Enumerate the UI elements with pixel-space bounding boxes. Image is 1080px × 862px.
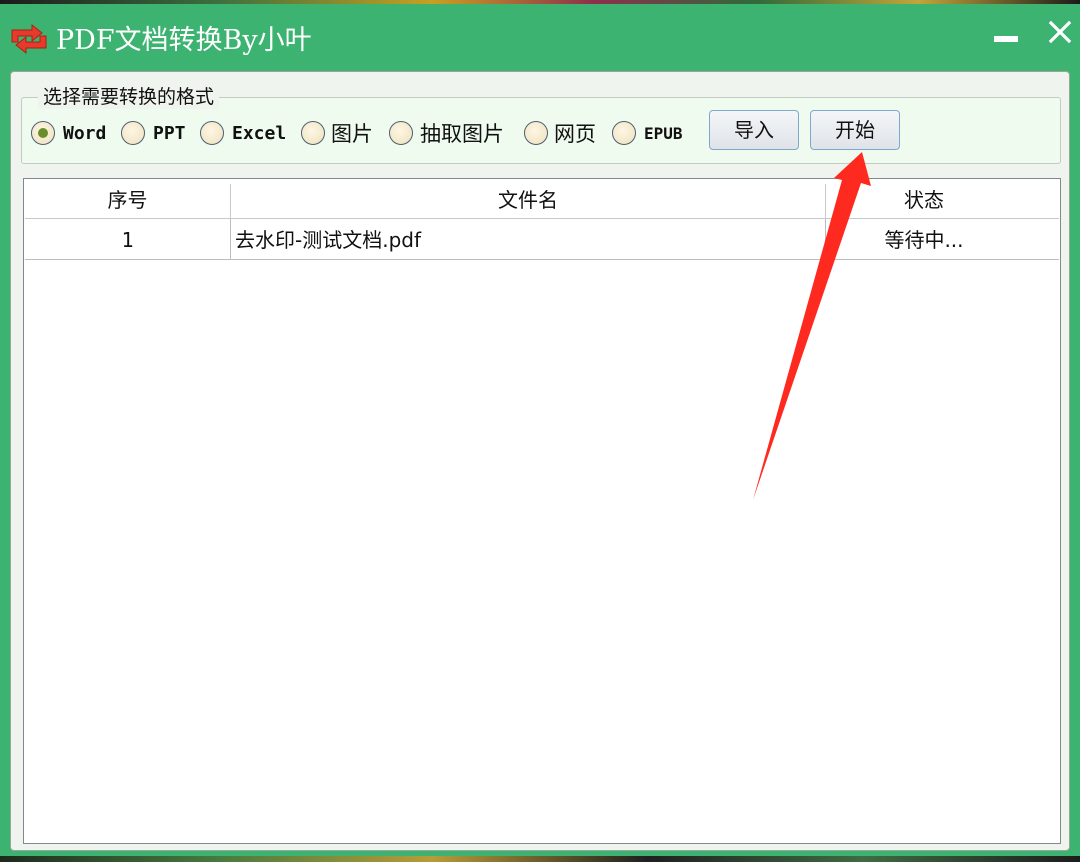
format-option-label: Excel	[232, 123, 287, 144]
column-header-index[interactable]: 序号	[25, 180, 230, 218]
file-list[interactable]: 序号 文件名 状态 1 去水印-测试文档.pdf 等待中...	[23, 178, 1061, 844]
format-option-label: 抽取图片	[420, 122, 504, 146]
import-button[interactable]: 导入	[709, 110, 799, 150]
format-option-label: 图片	[331, 122, 373, 146]
radio-excel[interactable]	[200, 121, 224, 145]
start-button[interactable]: 开始	[810, 110, 900, 150]
format-option-extract-images[interactable]: 抽取图片	[389, 120, 509, 150]
format-option-webpage[interactable]: 网页	[524, 120, 604, 150]
format-option-label: Word	[63, 123, 107, 144]
format-option-label: PPT	[153, 123, 186, 144]
radio-word[interactable]	[31, 121, 55, 145]
convert-arrows-icon	[11, 23, 47, 55]
format-option-word[interactable]: Word	[31, 120, 121, 150]
file-list-header: 序号 文件名 状态	[25, 180, 1059, 219]
cell-divider	[230, 219, 231, 259]
format-option-label: EPUB	[644, 124, 683, 143]
format-option-label: 网页	[554, 122, 596, 146]
client-area: 选择需要转换的格式 Word PPT Excel 图片 抽取图片 网页 EPUB…	[10, 71, 1070, 851]
row-status: 等待中...	[884, 228, 964, 252]
column-header-filename[interactable]: 文件名	[231, 180, 825, 218]
row-index: 1	[121, 228, 134, 252]
title-bar[interactable]: PDF文档转换By小叶	[0, 4, 1080, 70]
radio-image[interactable]	[301, 121, 325, 145]
radio-epub[interactable]	[612, 121, 636, 145]
radio-webpage[interactable]	[524, 121, 548, 145]
format-group-legend: 选择需要转换的格式	[38, 85, 220, 109]
format-option-excel[interactable]: Excel	[200, 120, 290, 150]
format-option-image[interactable]: 图片	[301, 120, 381, 150]
column-header-status[interactable]: 状态	[826, 180, 1022, 218]
window-title: PDF文档转换By小叶	[56, 25, 312, 56]
format-option-ppt[interactable]: PPT	[121, 120, 191, 150]
radio-ppt[interactable]	[121, 121, 145, 145]
table-row[interactable]: 1 去水印-测试文档.pdf 等待中...	[25, 219, 1059, 260]
radio-extract-images[interactable]	[389, 121, 413, 145]
close-button[interactable]	[1046, 18, 1074, 46]
row-filename: 去水印-测试文档.pdf	[235, 228, 422, 252]
minimize-button[interactable]	[994, 36, 1018, 42]
format-option-epub[interactable]: EPUB	[612, 120, 697, 150]
app-window: PDF文档转换By小叶 选择需要转换的格式 Word PPT Excel 图片	[0, 4, 1080, 856]
